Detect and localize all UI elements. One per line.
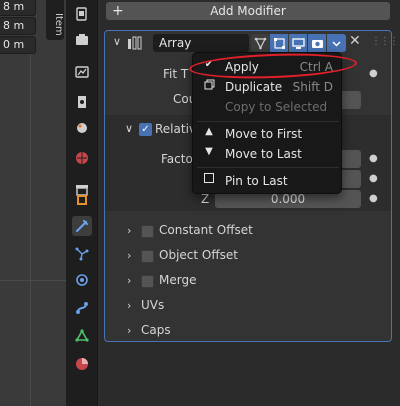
chevron-right-icon: › <box>127 249 132 262</box>
viewport-display-icon[interactable] <box>289 34 308 52</box>
chevron-right-icon: › <box>127 274 132 287</box>
menu-item-copy-to-selected: Copy to Selected <box>193 97 341 117</box>
sidebar-tab-item[interactable]: Item <box>46 0 64 40</box>
3d-viewport[interactable]: 8 m 8 m 0 m Item <box>0 0 66 406</box>
chevron-down-icon[interactable]: ∨ <box>125 122 133 135</box>
particles-icon[interactable] <box>72 244 92 264</box>
chevron-down-icon[interactable]: ∨ <box>113 35 121 48</box>
data-icon[interactable] <box>72 326 92 346</box>
menu-item-duplicate[interactable]: Duplicate Shift D <box>193 77 341 97</box>
scene-icon[interactable] <box>72 118 92 138</box>
subpanel-merge[interactable]: › Merge <box>105 271 391 295</box>
modifier-visibility-toggles <box>251 34 346 52</box>
duplicate-icon <box>203 79 215 93</box>
merge-checkbox[interactable] <box>141 275 154 288</box>
menu-separator <box>197 167 339 168</box>
chevron-right-icon: › <box>127 299 132 312</box>
menu-item-label: Duplicate <box>225 80 283 94</box>
modifier-name-field[interactable]: Array <box>153 34 249 52</box>
chevron-right-icon: › <box>127 224 132 237</box>
relative-offset-checkbox[interactable]: ✓ <box>139 123 152 136</box>
render-camera-icon[interactable] <box>308 34 327 52</box>
factor-x-field[interactable] <box>339 150 361 168</box>
animate-dot-icon[interactable]: ● <box>369 68 378 79</box>
constant-offset-checkbox[interactable] <box>141 225 154 238</box>
menu-item-shortcut: Shift D <box>292 80 333 94</box>
triangle-down-icon: ▼ <box>205 146 213 157</box>
animate-dot-icon[interactable]: ● <box>369 153 378 164</box>
menu-item-move-to-last[interactable]: ▼ Move to Last <box>193 144 341 164</box>
array-modifier-icon <box>127 36 143 53</box>
physics-icon[interactable] <box>72 270 92 290</box>
object-offset-label: Object Offset <box>159 248 238 262</box>
subpanel-object-offset[interactable]: › Object Offset <box>105 246 391 270</box>
location-y-field[interactable]: 8 m <box>0 17 36 35</box>
triangle-up-icon: ▲ <box>205 126 213 137</box>
subpanel-uvs[interactable]: › UVs <box>105 296 391 320</box>
animate-dot-icon[interactable]: ● <box>369 173 378 184</box>
grid-line <box>0 280 66 281</box>
menu-item-label: Pin to Last <box>225 174 288 188</box>
edit-mode-icon[interactable] <box>270 34 289 52</box>
tool-icon[interactable] <box>72 4 92 24</box>
merge-label: Merge <box>159 273 197 287</box>
add-modifier-label: Add Modifier <box>210 4 286 18</box>
factor-y-field[interactable] <box>339 170 361 188</box>
menu-item-move-to-first[interactable]: ▲ Move to First <box>193 124 341 144</box>
properties-panel: + Add Modifier ∨ Array ✕ ⋮⋮⋮ Fit T ● Cou… <box>98 0 400 406</box>
menu-item-pin-to-last[interactable]: Pin to Last <box>193 171 341 191</box>
on-cage-icon[interactable] <box>251 34 270 52</box>
properties-tabs <box>66 0 98 406</box>
fit-type-label: Fit T <box>163 67 189 81</box>
checkbox-icon <box>203 173 215 186</box>
output-icon[interactable] <box>72 62 92 82</box>
object-icon[interactable] <box>72 190 92 210</box>
uvs-label: UVs <box>141 298 165 312</box>
constraints-icon[interactable] <box>72 298 92 318</box>
animate-dot-icon[interactable]: ● <box>369 193 378 204</box>
factor-z-label: Z <box>201 192 210 206</box>
subpanel-constant-offset[interactable]: › Constant Offset <box>105 221 391 245</box>
location-z-field[interactable]: 0 m <box>0 36 36 54</box>
modifier-icon[interactable] <box>72 216 92 236</box>
render-icon[interactable] <box>72 30 92 50</box>
object-offset-checkbox[interactable] <box>141 250 154 263</box>
world-icon[interactable] <box>72 148 92 168</box>
menu-item-label: Move to Last <box>225 147 302 161</box>
view-layer-icon[interactable] <box>72 92 92 112</box>
chevron-right-icon: › <box>127 324 132 337</box>
factor-label: Facto <box>161 152 193 166</box>
constant-offset-label: Constant Offset <box>159 223 253 237</box>
material-icon[interactable] <box>72 354 92 374</box>
caps-label: Caps <box>141 323 171 337</box>
location-x-field[interactable]: 8 m <box>0 0 36 16</box>
subpanel-caps[interactable]: › Caps <box>105 321 391 345</box>
drag-handle-icon[interactable]: ⋮⋮⋮⋮ <box>371 36 400 47</box>
modifier-menu-chevron-icon[interactable] <box>327 34 346 52</box>
add-modifier-button[interactable]: + Add Modifier <box>106 2 390 20</box>
close-icon[interactable]: ✕ <box>349 33 361 49</box>
plus-icon: + <box>112 3 124 19</box>
grid-line <box>30 0 31 406</box>
menu-separator <box>197 121 339 122</box>
menu-item-label: Move to First <box>225 127 303 141</box>
menu-item-label: Copy to Selected <box>225 100 328 114</box>
count-field[interactable] <box>339 91 361 109</box>
